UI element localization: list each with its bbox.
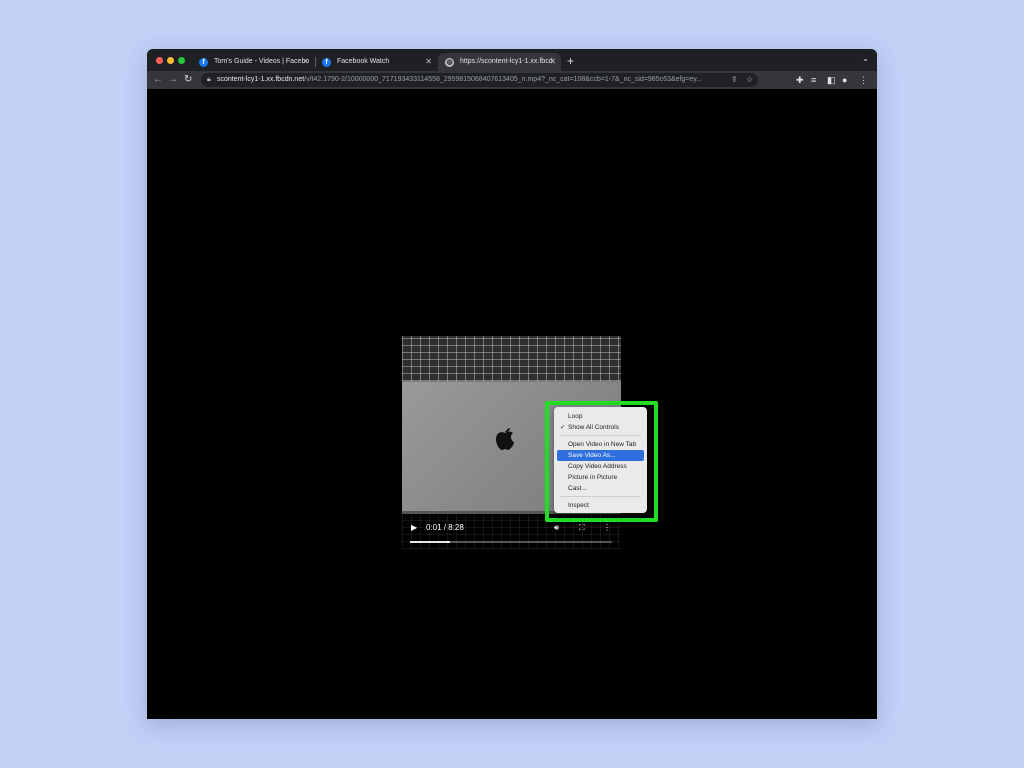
address-path: /v/t42.1790-2/10000000_717193433114558_2… [304, 76, 703, 83]
tab-title: https://scontent-lcy1-1.xx.fbcd [460, 58, 553, 65]
close-window-button[interactable] [156, 57, 163, 64]
menu-separator [560, 435, 641, 436]
menu-item-cast[interactable]: Cast... [557, 483, 644, 494]
apple-logo-icon [496, 428, 514, 450]
menu-item-picture-in-picture[interactable]: Picture in Picture [557, 472, 644, 483]
close-icon[interactable]: ✕ [302, 53, 309, 71]
extensions-puzzle-icon[interactable]: ✚ [796, 74, 804, 86]
menu-item-label: Copy Video Address [568, 463, 627, 470]
menu-item-show-all-controls[interactable]: ✓ Show All Controls [557, 422, 644, 433]
video-context-menu: Loop ✓ Show All Controls Open Video in N… [554, 407, 647, 513]
address-url: scontent-lcy1-1.xx.fbcdn.net/v/t42.1790-… [217, 73, 727, 87]
menu-item-label: Loop [568, 413, 583, 420]
menu-item-label: Inspect [568, 502, 589, 509]
reading-list-icon[interactable]: ≡ [811, 74, 816, 86]
more-options-icon[interactable]: ⋮ [603, 523, 611, 532]
tab-title: Tom's Guide - Videos | Facebo [214, 58, 310, 65]
close-icon[interactable]: ✕ [549, 53, 556, 71]
video-progress-fill [410, 541, 451, 543]
address-host: scontent-lcy1-1.xx.fbcdn.net [217, 76, 305, 83]
reload-icon[interactable]: ↻ [184, 73, 192, 87]
facebook-icon: f [199, 58, 208, 67]
menu-item-loop[interactable]: Loop [557, 411, 644, 422]
menu-item-label: Cast... [568, 485, 587, 492]
chevron-down-icon[interactable]: ⌄ [862, 54, 869, 63]
menu-item-label: Picture in Picture [568, 474, 618, 481]
menu-separator [560, 496, 641, 497]
tab-facebook-watch[interactable]: f Facebook Watch ✕ [315, 53, 437, 71]
more-menu-icon[interactable]: ⋮ [859, 74, 868, 86]
minimize-window-button[interactable] [167, 57, 174, 64]
volume-icon[interactable]: 🔊︎ [554, 523, 559, 533]
bookmark-star-icon[interactable]: ☆ [746, 73, 753, 87]
page-content: ▶ 0:01 / 8:28 🔊︎ ⛶ ⋮ Loop ✓ Show All Con… [147, 89, 877, 719]
menu-item-inspect[interactable]: Inspect [557, 500, 644, 511]
tab-strip: f Tom's Guide - Videos | Facebo ✕ f Face… [147, 49, 877, 71]
address-bar[interactable]: 🔒︎ scontent-lcy1-1.xx.fbcdn.net/v/t42.17… [201, 73, 758, 87]
zoom-window-button[interactable] [178, 57, 185, 64]
facebook-icon: f [322, 58, 331, 67]
browser-toolbar: ← → ↻ 🔒︎ scontent-lcy1-1.xx.fbcdn.net/v/… [147, 71, 877, 89]
back-arrow-icon[interactable]: ← [153, 73, 163, 87]
profile-avatar-icon[interactable]: ● [842, 74, 847, 86]
menu-item-open-video-new-tab[interactable]: Open Video in New Tab [557, 439, 644, 450]
video-progress-bar[interactable] [410, 541, 612, 543]
menu-item-copy-video-address[interactable]: Copy Video Address [557, 461, 644, 472]
menu-item-label: Save Video As... [568, 452, 616, 459]
side-panel-icon[interactable]: ◧ [827, 74, 836, 86]
menu-item-save-video-as[interactable]: Save Video As... [557, 450, 644, 461]
video-time: 0:01 / 8:28 [426, 523, 464, 532]
cutting-mat-image [402, 336, 621, 381]
menu-item-label: Open Video in New Tab [568, 441, 637, 448]
menu-item-label: Show All Controls [568, 424, 619, 431]
share-icon[interactable]: ⇪ [731, 73, 738, 87]
play-icon[interactable]: ▶ [411, 523, 417, 532]
fullscreen-icon[interactable]: ⛶ [579, 523, 585, 533]
tab-toms-guide[interactable]: f Tom's Guide - Videos | Facebo ✕ [192, 53, 314, 71]
checkmark-icon: ✓ [560, 424, 566, 431]
tab-video-url[interactable]: ◍ https://scontent-lcy1-1.xx.fbcd ✕ [438, 53, 561, 71]
close-icon[interactable]: ✕ [425, 53, 432, 71]
forward-arrow-icon[interactable]: → [168, 73, 178, 87]
lock-icon[interactable]: 🔒︎ [207, 73, 211, 87]
globe-icon: ◍ [445, 58, 454, 67]
tab-title: Facebook Watch [337, 58, 390, 65]
new-tab-button[interactable]: + [567, 53, 574, 69]
browser-window: f Tom's Guide - Videos | Facebo ✕ f Face… [147, 49, 877, 719]
